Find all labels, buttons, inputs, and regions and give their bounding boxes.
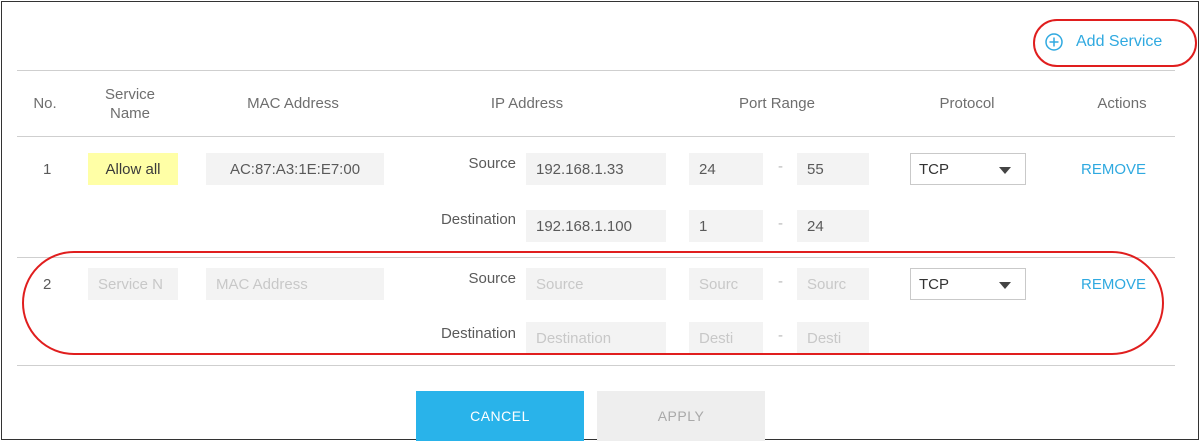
row-2-mac-address[interactable]: MAC Address [206, 268, 384, 300]
chevron-down-icon [999, 282, 1011, 289]
row-2-destination-ip[interactable]: Destination [526, 322, 666, 354]
header-ip-address: IP Address [490, 95, 564, 112]
row-1-destination-label: Destination [440, 211, 516, 228]
row-2-service-name[interactable]: Service N [88, 268, 178, 300]
row-1-source-port-dash: - [778, 158, 783, 175]
row-1-protocol-select[interactable]: TCP [910, 153, 1026, 185]
row-2-source-ip[interactable]: Source [526, 268, 666, 300]
row-2-destination-port-start[interactable]: Desti [689, 322, 763, 354]
row-2-source-port-end[interactable]: Sourc [797, 268, 869, 300]
row-2-destination-port-end[interactable]: Desti [797, 322, 869, 354]
row-1-mac-address[interactable]: AC:87:A3:1E:E7:00 [206, 153, 384, 185]
row-1-service-name[interactable]: Allow all [88, 153, 178, 185]
row-1-protocol-value: TCP [919, 160, 949, 178]
header-service-name: Service Name [104, 85, 156, 122]
apply-button[interactable]: APPLY [597, 391, 765, 441]
row-1-source-port-end[interactable]: 55 [797, 153, 869, 185]
add-service-label: Add Service [1076, 33, 1163, 50]
row-1-destination-port-dash: - [778, 215, 783, 232]
cancel-button[interactable]: CANCEL [416, 391, 584, 441]
row-1-source-label: Source [468, 155, 516, 172]
row-2-number: 2 [43, 276, 52, 293]
row-2-protocol-value: TCP [919, 275, 949, 293]
row-divider [17, 257, 1175, 258]
row-1-destination-port-start[interactable]: 1 [689, 210, 763, 242]
add-circle-icon [1045, 33, 1063, 51]
row-2-destination-port-dash: - [778, 327, 783, 344]
row-1-remove-link[interactable]: REMOVE [1081, 161, 1146, 178]
header-no: No. [33, 95, 57, 112]
header-port-range: Port Range [739, 95, 815, 112]
table-header: No. Service Name MAC Address IP Address … [17, 71, 1175, 137]
row-1-source-port-start[interactable]: 24 [689, 153, 763, 185]
chevron-down-icon [999, 167, 1011, 174]
add-service-button[interactable]: Add Service [1045, 29, 1162, 55]
row-1-source-ip[interactable]: 192.168.1.33 [526, 153, 666, 185]
row-2-remove-link[interactable]: REMOVE [1081, 276, 1146, 293]
row-2-destination-label: Destination [440, 325, 516, 342]
row-1-destination-ip[interactable]: 192.168.1.100 [526, 210, 666, 242]
row-2-source-label: Source [468, 270, 516, 287]
row-2-protocol-select[interactable]: TCP [910, 268, 1026, 300]
header-protocol: Protocol [939, 95, 995, 112]
header-actions: Actions [1097, 95, 1147, 112]
row-1-number: 1 [43, 161, 52, 178]
row-1-destination-port-end[interactable]: 24 [797, 210, 869, 242]
row-2-source-port-start[interactable]: Sourc [689, 268, 763, 300]
header-mac-address: MAC Address [247, 95, 339, 112]
row-2-source-port-dash: - [778, 273, 783, 290]
